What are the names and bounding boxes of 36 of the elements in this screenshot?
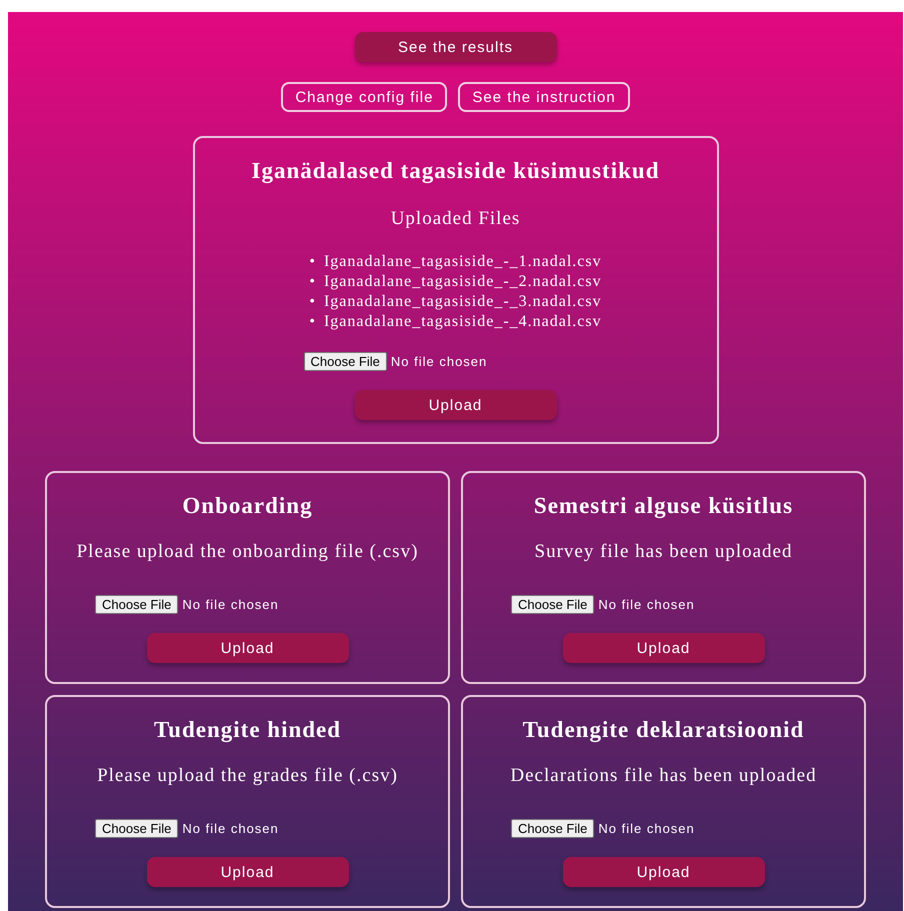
- uploaded-file: Iganadalane_tagasiside_-_3.nadal.csv: [324, 292, 602, 312]
- bullet: •: [309, 272, 316, 292]
- link-button[interactable]: See the instruction: [458, 82, 630, 112]
- status-message: Survey file has been uploaded: [534, 541, 792, 563]
- choose-file-button[interactable]: Choose File: [95, 595, 178, 614]
- file-status: No file chosen: [390, 354, 488, 369]
- results-button[interactable]: See the results: [354, 32, 556, 62]
- bullet: •: [309, 312, 316, 332]
- status-message: Please upload the onboarding file (.csv): [76, 541, 418, 563]
- link-button[interactable]: Change config file: [281, 82, 448, 112]
- upload-button[interactable]: Upload: [562, 857, 764, 887]
- upload-button[interactable]: Upload: [146, 633, 348, 663]
- card-title: Tudengite hinded: [154, 717, 342, 743]
- section-heading: Uploaded Files: [390, 208, 520, 230]
- file-status: No file chosen: [182, 821, 279, 836]
- choose-file-button[interactable]: Choose File: [304, 352, 387, 371]
- card-title: Tudengite deklaratsioonid: [522, 717, 804, 743]
- choose-file-button[interactable]: Choose File: [511, 595, 594, 614]
- status-message: Declarations file has been uploaded: [510, 765, 817, 787]
- uploaded-file: Iganadalane_tagasiside_-_1.nadal.csv: [324, 252, 602, 272]
- file-status: No file chosen: [598, 821, 695, 836]
- bullet: •: [309, 252, 316, 272]
- uploaded-file: Iganadalane_tagasiside_-_2.nadal.csv: [324, 272, 602, 292]
- upload-button[interactable]: Upload: [146, 857, 348, 887]
- card-title: Onboarding: [182, 493, 313, 519]
- file-status: No file chosen: [182, 597, 279, 612]
- choose-file-button[interactable]: Choose File: [95, 819, 178, 838]
- bullet: •: [309, 292, 316, 312]
- status-message: Please upload the grades file (.csv): [97, 765, 398, 787]
- upload-button[interactable]: Upload: [354, 390, 556, 420]
- choose-file-button[interactable]: Choose File: [511, 819, 594, 838]
- card-title: Semestri alguse küsitlus: [534, 493, 794, 519]
- file-status: No file chosen: [598, 597, 695, 612]
- upload-button[interactable]: Upload: [562, 633, 764, 663]
- uploaded-file: Iganadalane_tagasiside_-_4.nadal.csv: [324, 312, 602, 332]
- card-title: Iganädalased tagasiside küsimustikud: [252, 158, 660, 184]
